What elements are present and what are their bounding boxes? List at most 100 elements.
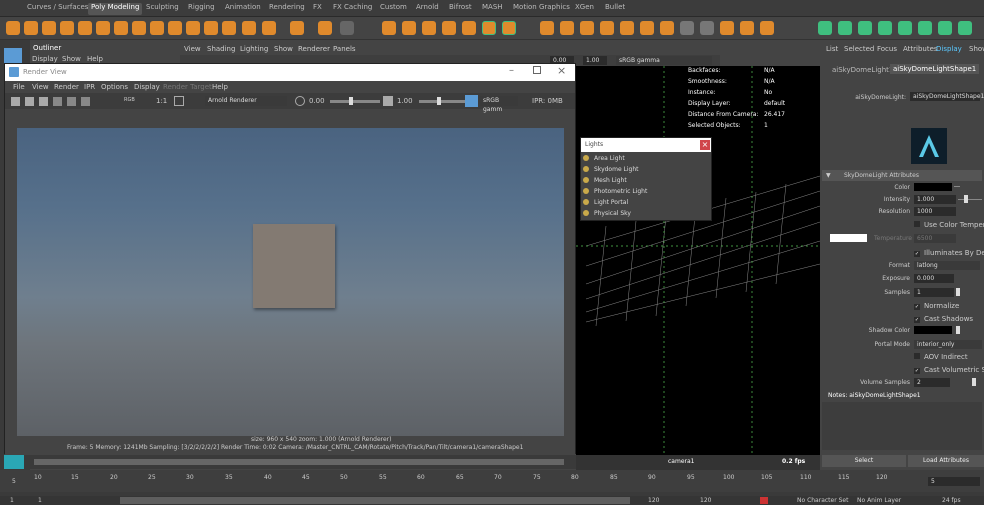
keep-image-icon[interactable] [53, 97, 62, 106]
light-item-portal[interactable]: Light Portal [583, 199, 628, 210]
rv-exposure-slider[interactable] [330, 100, 380, 103]
notes-textarea[interactable] [822, 402, 982, 450]
ae-menu-focus[interactable]: Focus [877, 45, 897, 53]
rv-gamma-value[interactable]: 1.00 [397, 97, 413, 105]
gear-icon[interactable] [222, 21, 236, 35]
shelf-tab-poly-modeling[interactable]: Poly Modeling [88, 3, 143, 15]
range-start-field[interactable]: 1 [10, 497, 14, 504]
illuminates-checkbox[interactable]: ✓Illuminates By Default [914, 249, 984, 257]
region-icon[interactable] [67, 97, 76, 106]
minimize-icon[interactable]: – [509, 65, 514, 76]
platonic-icon[interactable] [132, 21, 146, 35]
outliner-menu-help[interactable]: Help [87, 55, 103, 63]
outliner-menu-show[interactable]: Show [62, 55, 81, 63]
samples-field[interactable]: 1 [914, 288, 954, 297]
select-button[interactable]: Select [822, 455, 906, 467]
viewport-menu-panels[interactable]: Panels [333, 45, 356, 53]
cone-icon[interactable] [60, 21, 74, 35]
use-color-temp-checkbox[interactable]: Use Color Temperature [914, 221, 984, 229]
smooth-icon[interactable] [422, 21, 436, 35]
maximize-icon[interactable] [533, 66, 541, 74]
plane-icon[interactable] [96, 21, 110, 35]
volume-samples-field[interactable]: 2 [914, 378, 950, 387]
time-slider[interactable]: 5 10 15 20 25 30 35 40 45 50 55 60 65 70… [0, 470, 984, 505]
shadow-color-swatch[interactable] [914, 326, 952, 334]
shadow-color-handle[interactable] [956, 326, 960, 334]
viewport-menu-renderer[interactable]: Renderer [298, 45, 330, 53]
range-bar[interactable] [120, 497, 630, 504]
light-item-area[interactable]: Area Light [583, 155, 625, 166]
bridge-icon[interactable] [502, 21, 516, 35]
outliner-menu-display[interactable]: Display [32, 55, 58, 63]
light-item-photometric[interactable]: Photometric Light [583, 188, 647, 199]
rv-menu-help[interactable]: Help [212, 83, 228, 91]
reduce-icon[interactable] [760, 21, 774, 35]
snapshot-icon[interactable] [39, 97, 48, 106]
helix-icon[interactable] [204, 21, 218, 35]
ae-tab-transform[interactable]: aiSkyDomeLight1 [832, 66, 893, 74]
boolean-icon[interactable] [462, 21, 476, 35]
extrude-icon[interactable] [482, 21, 496, 35]
shelf-tab-mash[interactable]: MASH [479, 3, 506, 15]
shelf-tab-custom[interactable]: Custom [377, 3, 410, 15]
sphere-icon[interactable] [6, 21, 20, 35]
rgb-label[interactable]: RGB [124, 97, 135, 103]
ae-tab-shape[interactable]: aiSkyDomeLightShape1 [890, 64, 980, 74]
mirror-icon[interactable] [442, 21, 456, 35]
shelf-tab-curves[interactable]: Curves / Surfaces [24, 3, 91, 15]
quadrangulate-icon[interactable] [740, 21, 754, 35]
light-item-mesh[interactable]: Mesh Light [583, 177, 627, 188]
viewport-3d[interactable]: Backfaces: N/A Smoothness: N/A Instance:… [576, 66, 820, 470]
svg-icon[interactable] [262, 21, 276, 35]
shelf-tab-fx-caching[interactable]: FX Caching [330, 3, 375, 15]
wedge-icon[interactable] [918, 21, 932, 35]
character-set-select[interactable]: No Character Set [797, 497, 848, 504]
shelf-tab-arnold[interactable]: Arnold [413, 3, 442, 15]
scroll-track[interactable] [34, 459, 564, 465]
rv-menu-render[interactable]: Render [54, 83, 79, 91]
render-image[interactable] [17, 128, 564, 436]
shelf-tab-bullet[interactable]: Bullet [602, 3, 628, 15]
ae-menu-list[interactable]: List [826, 45, 838, 53]
rv-menu-ipr[interactable]: IPR [84, 83, 95, 91]
viewport-menu-view[interactable]: View [184, 45, 201, 53]
light-item-skydome[interactable]: Skydome Light [583, 166, 639, 177]
rv-menu-render-target[interactable]: Render Target [163, 83, 212, 91]
resolution-field[interactable]: 1000 [914, 207, 956, 216]
renderer-select[interactable]: Arnold Renderer [205, 96, 287, 106]
uv-unfold-icon[interactable] [958, 21, 972, 35]
intensity-slider[interactable] [958, 199, 982, 200]
multi-cut-icon[interactable] [858, 21, 872, 35]
torus-icon[interactable] [78, 21, 92, 35]
shelf-tab-xgen[interactable]: XGen [572, 3, 597, 15]
portal-mode-select[interactable]: interior_only [914, 340, 982, 349]
rv-gamma-handle[interactable] [437, 97, 441, 105]
viewport-menu-show[interactable]: Show [274, 45, 293, 53]
shelf-tab-fx[interactable]: FX [310, 3, 325, 15]
rv-menu-display[interactable]: Display [134, 83, 160, 91]
viewport-colorspace-select[interactable]: sRGB gamma [616, 56, 712, 65]
shelf-tab-motion-graphics[interactable]: Motion Graphics [510, 3, 573, 15]
close-icon[interactable]: × [557, 64, 566, 77]
select-tool-icon[interactable] [4, 48, 22, 64]
shelf-tab-animation[interactable]: Animation [222, 3, 264, 15]
shelf-tab-sculpting[interactable]: Sculpting [143, 3, 182, 15]
range-end-inner[interactable]: 120 [648, 497, 659, 504]
aov-indirect-checkbox[interactable]: AOV Indirect [914, 353, 968, 361]
range-end-field[interactable]: 120 [700, 497, 711, 504]
ae-menu-show[interactable]: Show [969, 45, 984, 53]
rv-colorspace-select[interactable]: sRGB gamm [480, 96, 518, 113]
uv-icon[interactable] [340, 21, 354, 35]
color-slider[interactable] [954, 186, 960, 187]
fill-hole-icon[interactable] [580, 21, 594, 35]
intensity-field[interactable]: 1.000 [914, 195, 956, 204]
fps-select[interactable]: 24 fps [942, 497, 961, 504]
pyramid-icon[interactable] [150, 21, 164, 35]
ratio-label[interactable]: 1:1 [156, 97, 167, 105]
poke-icon[interactable] [898, 21, 912, 35]
close-icon[interactable]: × [700, 140, 710, 150]
color-management-icon[interactable] [465, 95, 478, 107]
ae-menu-attributes[interactable]: Attributes [903, 45, 938, 53]
rv-exposure-handle[interactable] [349, 97, 353, 105]
temperature-field[interactable]: 6500 [914, 234, 956, 243]
